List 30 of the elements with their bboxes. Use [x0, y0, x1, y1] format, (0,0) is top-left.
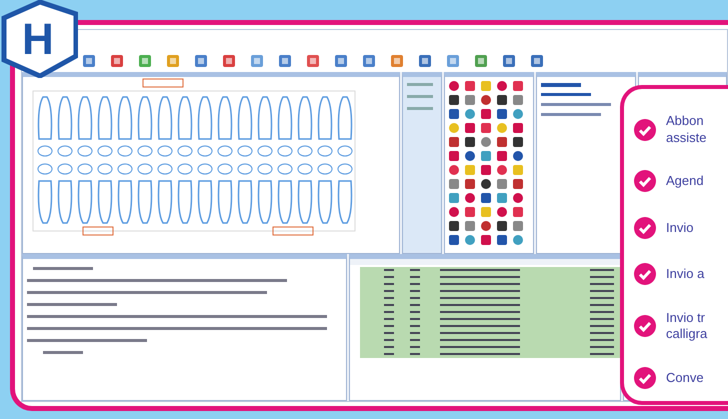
- feature-text: Invio: [666, 220, 694, 236]
- toolbar-icon[interactable]: [166, 54, 180, 68]
- toolbar-icon[interactable]: [474, 54, 488, 68]
- feature-text: Invio tr calligra: [666, 310, 708, 342]
- toolbar-icon[interactable]: [278, 54, 292, 68]
- check-icon: [634, 118, 656, 140]
- check-icon: [634, 263, 656, 286]
- check-icon: [634, 366, 656, 389]
- feature-text: Conve: [666, 370, 704, 386]
- logo-letter: H: [22, 18, 54, 62]
- toolbar-icon[interactable]: [502, 54, 516, 68]
- toolbar-icon[interactable]: [306, 54, 320, 68]
- check-icon: [634, 315, 656, 337]
- toolbar-icon[interactable]: [110, 54, 124, 68]
- toolbar-icon[interactable]: [138, 54, 152, 68]
- toolbar-icon[interactable]: [250, 54, 264, 68]
- toolbar-icon[interactable]: [82, 54, 96, 68]
- feature-text: Abbon assiste: [666, 113, 706, 146]
- check-icon: [634, 216, 656, 239]
- toolbar-icon[interactable]: [390, 54, 404, 68]
- toolbar-icon[interactable]: [334, 54, 348, 68]
- check-icon: [634, 170, 656, 192]
- toolbar-icon[interactable]: [194, 54, 208, 68]
- feature-text: Invio a: [666, 266, 704, 282]
- toolbar-icon[interactable]: [446, 54, 460, 68]
- toolbar-icon[interactable]: [530, 54, 544, 68]
- feature-text: Agend: [666, 173, 704, 190]
- toolbar-icon[interactable]: [418, 54, 432, 68]
- toolbar-icon[interactable]: [362, 54, 376, 68]
- toolbar-icon[interactable]: [222, 54, 236, 68]
